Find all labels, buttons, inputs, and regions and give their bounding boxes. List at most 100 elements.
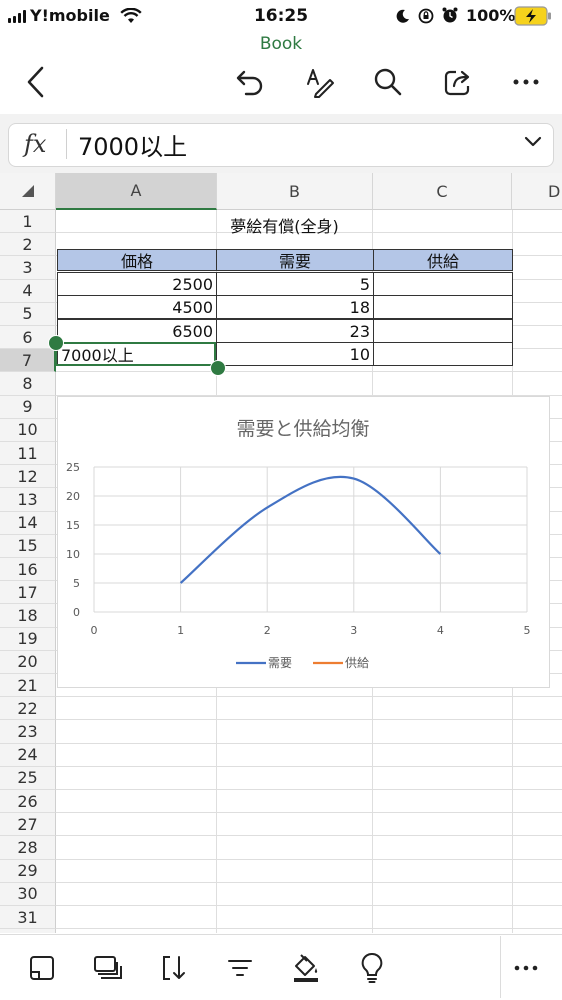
selection-handle-end[interactable] [210, 360, 226, 376]
sort-button[interactable] [154, 948, 194, 988]
ideas-button[interactable] [352, 948, 392, 988]
fx-icon: fx [24, 130, 47, 158]
rotation-lock-icon [418, 8, 434, 24]
search-icon [374, 68, 402, 96]
price-cell[interactable]: 2500 [57, 272, 217, 296]
supply-cell[interactable] [373, 295, 513, 319]
row-header[interactable]: 10 [0, 418, 56, 442]
undo-button[interactable] [228, 60, 272, 104]
fill-color-button[interactable] [286, 948, 326, 988]
header-price[interactable]: 価格 [57, 249, 217, 271]
alarm-icon [442, 7, 458, 23]
header-demand[interactable]: 需要 [216, 249, 374, 271]
demand-cell[interactable]: 5 [216, 272, 374, 296]
column-header-b[interactable]: B [217, 173, 373, 210]
row-header[interactable]: 4 [0, 279, 56, 303]
row-header[interactable]: 23 [0, 720, 56, 744]
chart-svg: 需要と供給均衡 0 5 10 15 20 25 0 1 2 3 4 5 需要 供給 [66, 418, 531, 670]
row-header[interactable]: 27 [0, 813, 56, 837]
supply-cell[interactable] [373, 319, 513, 343]
row-header[interactable]: 1 [0, 210, 56, 234]
x-tick-label: 3 [350, 624, 357, 637]
row-header[interactable]: 3 [0, 256, 56, 280]
filter-icon [228, 960, 252, 976]
row-header[interactable]: 13 [0, 488, 56, 512]
row-header[interactable]: 31 [0, 906, 56, 930]
legend-label: 需要 [268, 656, 292, 670]
sheet-icon [30, 956, 54, 980]
selection-handle-start[interactable] [48, 335, 64, 351]
filter-button[interactable] [220, 948, 260, 988]
demand-cell[interactable]: 10 [216, 342, 374, 366]
paint-bucket-icon [294, 954, 318, 982]
row-header[interactable]: 26 [0, 790, 56, 814]
row-header[interactable]: 20 [0, 650, 56, 674]
formula-divider [66, 129, 67, 159]
column-header-a[interactable]: A [56, 173, 217, 210]
undo-icon [236, 70, 263, 96]
row-header[interactable]: 11 [0, 442, 56, 466]
x-tick-label: 1 [177, 624, 184, 637]
chevron-down-icon[interactable] [524, 136, 542, 148]
row-gridline [56, 742, 562, 744]
row-header[interactable]: 14 [0, 511, 56, 535]
search-button[interactable] [366, 60, 410, 104]
row-header[interactable]: 18 [0, 604, 56, 628]
row-header[interactable]: 22 [0, 697, 56, 721]
row-gridline [56, 789, 562, 790]
row-header[interactable]: 21 [0, 674, 56, 698]
demand-cell[interactable]: 23 [216, 319, 374, 343]
row-header[interactable]: 30 [0, 882, 56, 906]
x-tick-label: 2 [264, 624, 271, 637]
row-header[interactable]: 9 [0, 395, 56, 419]
bottom-toolbar [0, 934, 562, 1000]
y-tick-label: 10 [66, 548, 80, 561]
sheets-button[interactable] [88, 948, 128, 988]
row-gridline [56, 881, 562, 883]
price-cell[interactable]: 4500 [57, 295, 217, 319]
row-header[interactable]: 25 [0, 766, 56, 790]
more-icon [513, 79, 539, 85]
demand-cell[interactable]: 18 [216, 295, 374, 319]
row-gridline [56, 719, 562, 721]
row-header[interactable]: 16 [0, 558, 56, 582]
select-all-corner[interactable] [0, 173, 56, 210]
more-button[interactable] [504, 60, 548, 104]
row-header[interactable]: 17 [0, 581, 56, 605]
row-header[interactable]: 2 [0, 233, 56, 257]
sheet-title[interactable]: 夢絵有償(全身) [57, 213, 512, 237]
supply-cell[interactable] [373, 342, 513, 366]
row-header[interactable]: 19 [0, 627, 56, 651]
row-header[interactable]: 32 [0, 929, 56, 933]
text-format-button[interactable] [298, 60, 342, 104]
formula-value[interactable]: 7000以上 [78, 127, 187, 162]
sheet-view-button[interactable] [22, 948, 62, 988]
price-cell[interactable]: 6500 [57, 319, 217, 343]
y-tick-label: 15 [66, 519, 80, 532]
text-pen-icon [307, 69, 334, 98]
toolbar-divider [500, 936, 501, 998]
row-header[interactable]: 5 [0, 302, 56, 326]
back-button[interactable] [14, 60, 58, 104]
supply-cell[interactable] [373, 272, 513, 296]
row-header[interactable]: 24 [0, 743, 56, 767]
row-gridline [56, 905, 562, 906]
row-header[interactable]: 28 [0, 836, 56, 860]
header-supply[interactable]: 供給 [373, 249, 513, 271]
row-header[interactable]: 12 [0, 465, 56, 489]
row-gridline [56, 928, 562, 930]
y-tick-label: 20 [66, 490, 80, 503]
row-header[interactable]: 15 [0, 534, 56, 558]
row-header[interactable]: 7 [0, 349, 56, 373]
column-header-d[interactable]: D [512, 173, 562, 210]
y-tick-label: 25 [66, 461, 80, 474]
document-title: Book [259, 34, 303, 54]
column-header-c[interactable]: C [373, 173, 512, 210]
row-header[interactable]: 8 [0, 372, 56, 396]
share-button[interactable] [436, 60, 480, 104]
moon-icon [396, 9, 409, 23]
chevron-left-icon [27, 66, 44, 98]
more-options-button[interactable] [506, 948, 546, 988]
chart[interactable]: 需要と供給均衡 0 5 10 15 20 25 0 1 2 3 4 5 需要 供給 [57, 396, 550, 688]
row-header[interactable]: 29 [0, 859, 56, 883]
